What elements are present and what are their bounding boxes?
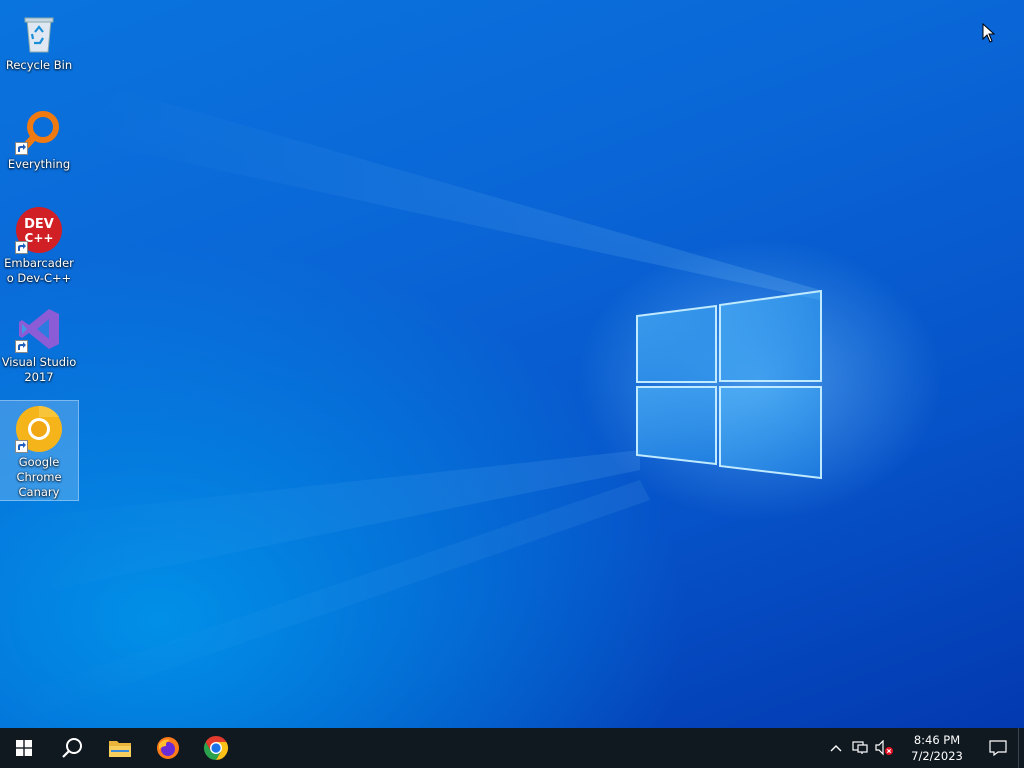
shortcut-arrow-icon bbox=[15, 241, 28, 254]
windows-logo-wallpaper bbox=[0, 90, 822, 728]
folder-icon bbox=[109, 741, 131, 757]
shortcut-arrow-icon bbox=[15, 142, 28, 155]
taskbar-chrome[interactable] bbox=[192, 728, 240, 768]
desktop-icon-visual-studio[interactable]: Visual Studio 2017 bbox=[0, 301, 78, 391]
show-desktop-button[interactable] bbox=[1018, 728, 1024, 768]
mouse-cursor-icon bbox=[982, 23, 996, 43]
visual-studio-icon bbox=[15, 305, 63, 353]
shortcut-arrow-icon bbox=[15, 340, 28, 353]
taskbar-file-explorer[interactable] bbox=[96, 728, 144, 768]
shortcut-arrow-icon bbox=[15, 440, 28, 453]
desktop-icon-label: Visual Studio 2017 bbox=[1, 355, 77, 384]
windows-start-icon bbox=[16, 740, 32, 756]
desktop-icon-recycle-bin[interactable]: Recycle Bin bbox=[0, 4, 78, 80]
taskbar-firefox[interactable] bbox=[144, 728, 192, 768]
desktop-icon-dev-cpp[interactable]: DEV C++ Embarcadero Dev-C++ bbox=[0, 202, 78, 292]
desktop-icon-label: Recycle Bin bbox=[5, 58, 73, 72]
search-icon bbox=[62, 738, 82, 758]
action-center-button[interactable] bbox=[978, 728, 1018, 768]
desktop-icon-label: Google Chrome Canary bbox=[16, 455, 62, 499]
volume-muted-icon bbox=[875, 740, 893, 756]
network-button[interactable] bbox=[848, 728, 872, 768]
start-button[interactable] bbox=[0, 728, 48, 768]
dev-cpp-glyph-top: DEV bbox=[24, 217, 54, 232]
taskbar: 8:46 PM 7/2/2023 bbox=[0, 728, 1024, 768]
firefox-icon bbox=[157, 737, 179, 759]
dev-cpp-glyph-bottom: C++ bbox=[25, 231, 54, 245]
system-tray: 8:46 PM 7/2/2023 bbox=[824, 728, 1024, 768]
search-button[interactable] bbox=[48, 728, 96, 768]
notification-icon bbox=[989, 740, 1007, 756]
desktop-icon-everything[interactable]: Everything bbox=[0, 103, 78, 179]
clock-time: 8:46 PM bbox=[913, 733, 961, 747]
taskbar-clock[interactable]: 8:46 PM 7/2/2023 bbox=[902, 732, 972, 764]
everything-search-icon bbox=[15, 107, 63, 155]
desktop-icon-chrome-canary[interactable]: Google Chrome Canary bbox=[0, 400, 79, 501]
recycle-bin-icon bbox=[15, 8, 63, 56]
desktop-icon-label: Embarcadero Dev-C++ bbox=[4, 256, 74, 285]
show-hidden-icons-button[interactable] bbox=[824, 728, 848, 768]
chevron-up-icon bbox=[830, 745, 842, 752]
desktop-background[interactable]: Recycle Bin Everything DEV C++ Embarcade… bbox=[0, 0, 1024, 728]
dev-cpp-icon: DEV C++ bbox=[15, 206, 63, 254]
chrome-icon bbox=[203, 736, 229, 760]
desktop-icon-label: Everything bbox=[7, 157, 71, 171]
clock-date: 7/2/2023 bbox=[911, 749, 963, 763]
volume-button[interactable] bbox=[872, 728, 896, 768]
chrome-canary-icon bbox=[15, 405, 63, 453]
network-icon bbox=[852, 741, 868, 754]
